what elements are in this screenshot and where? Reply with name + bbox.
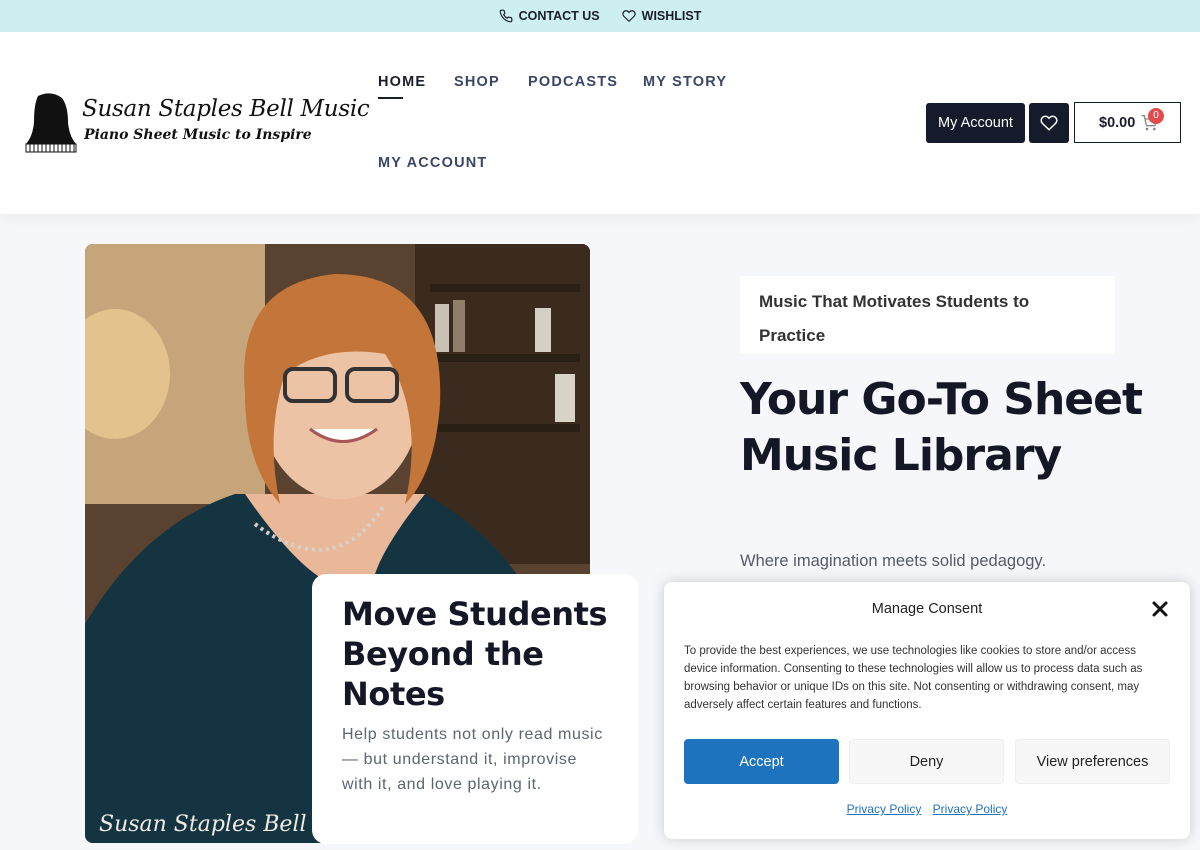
hero-title: Your Go-To Sheet Music Library [740, 374, 1143, 481]
heart-icon [1040, 115, 1058, 131]
wishlist-link[interactable]: WISHLIST [622, 9, 702, 23]
privacy-policy-link-2[interactable]: Privacy Policy [933, 802, 1008, 816]
cart-button[interactable]: $0.00 0 [1074, 102, 1181, 143]
nav-item-home[interactable]: HOME [378, 74, 426, 90]
nav-item-shop[interactable]: SHOP [454, 74, 500, 90]
hero-subtitle: Where imagination meets solid pedagogy. [740, 552, 1047, 570]
cart-amount: $0.00 [1099, 114, 1136, 131]
contact-us-link[interactable]: CONTACT US [499, 9, 600, 23]
feature-card-text: Help students not only read music — but … [342, 726, 603, 793]
nav-item-my-account[interactable]: MY ACCOUNT [378, 155, 487, 171]
my-account-button[interactable]: My Account [926, 103, 1025, 143]
consent-title: Manage Consent [871, 601, 983, 617]
cart-count-badge: 0 [1148, 108, 1164, 124]
feature-card: Move Students Beyond the Notes Help stud… [312, 574, 638, 844]
deny-button[interactable]: Deny [849, 739, 1004, 784]
privacy-policy-link[interactable]: Privacy Policy [847, 802, 922, 816]
photo-signature: Susan Staples Bell [99, 812, 307, 837]
nav-item-podcasts[interactable]: PODCASTS [528, 74, 618, 90]
wishlist-label: WISHLIST [641, 9, 702, 23]
piano-bell-logo-icon [25, 93, 77, 153]
phone-icon [499, 9, 513, 23]
feature-card-title: Move Students Beyond the Notes [342, 595, 608, 713]
contact-us-label: CONTACT US [518, 9, 600, 23]
wishlist-button[interactable] [1029, 103, 1069, 143]
heart-icon [622, 10, 636, 23]
logo-name: Susan Staples Bell Music [82, 96, 370, 122]
top-bar: CONTACT US WISHLIST [0, 0, 1200, 32]
logo-tagline: Piano Sheet Music to Inspire [84, 127, 312, 143]
site-logo[interactable]: Susan Staples Bell Music Piano Sheet Mus… [24, 92, 370, 156]
active-nav-indicator [378, 97, 403, 99]
hero-tagline: Music That Motivates Students to Practic… [740, 276, 1115, 354]
consent-links: Privacy Policy Privacy Policy [664, 802, 1190, 816]
consent-dialog: Manage Consent To provide the best exper… [664, 582, 1190, 839]
close-icon[interactable] [1150, 599, 1170, 619]
consent-body: To provide the best experiences, we use … [684, 645, 1143, 711]
accept-button[interactable]: Accept [684, 739, 839, 784]
nav-item-my-story[interactable]: MY STORY [643, 74, 727, 90]
view-preferences-button[interactable]: View preferences [1015, 739, 1170, 784]
